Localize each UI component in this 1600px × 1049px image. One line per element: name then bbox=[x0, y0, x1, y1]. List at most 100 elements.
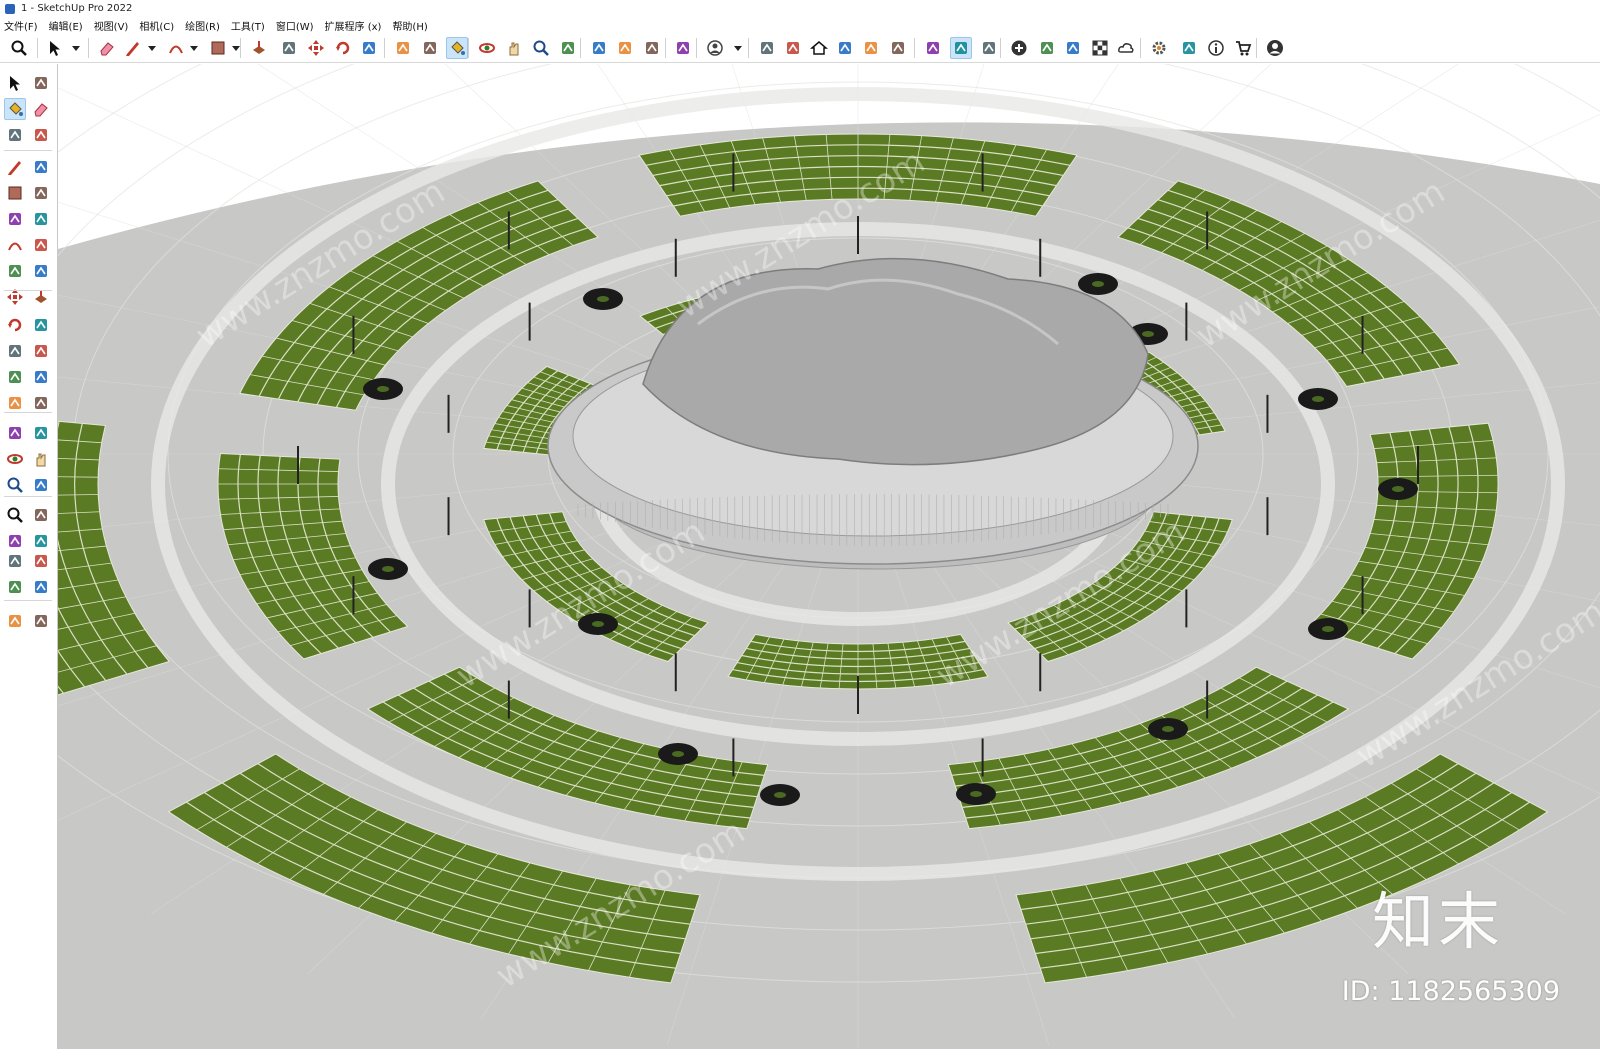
pie-icon[interactable] bbox=[30, 260, 52, 282]
zoom-icon[interactable] bbox=[530, 37, 552, 59]
iso-view-icon[interactable] bbox=[756, 37, 778, 59]
cart-icon[interactable] bbox=[1232, 37, 1254, 59]
axes-icon[interactable] bbox=[4, 422, 26, 444]
menu-tools[interactable]: 工具(T) bbox=[231, 18, 265, 33]
section-icon[interactable] bbox=[950, 37, 972, 59]
settings-icon[interactable] bbox=[1148, 37, 1170, 59]
position-camera-icon[interactable] bbox=[4, 530, 26, 552]
pan-icon[interactable] bbox=[503, 37, 525, 59]
chevron-down-icon[interactable] bbox=[190, 46, 198, 51]
menu-help[interactable]: 帮助(H) bbox=[392, 18, 427, 33]
paint-bucket-icon[interactable] bbox=[4, 98, 26, 120]
3d-text-icon[interactable] bbox=[30, 422, 52, 444]
window-icon[interactable] bbox=[1178, 37, 1200, 59]
arc-icon[interactable] bbox=[4, 234, 26, 256]
line-icon[interactable] bbox=[4, 156, 26, 178]
zoom-icon[interactable] bbox=[4, 474, 26, 496]
offset-icon[interactable] bbox=[30, 340, 52, 362]
orbit-icon[interactable] bbox=[4, 448, 26, 470]
text-icon[interactable] bbox=[30, 392, 52, 414]
left-view-icon[interactable] bbox=[887, 37, 909, 59]
protractor-icon[interactable] bbox=[4, 392, 26, 414]
extension-warehouse-icon[interactable] bbox=[30, 576, 52, 598]
add-location-icon[interactable] bbox=[1008, 37, 1030, 59]
text-icon[interactable] bbox=[419, 37, 441, 59]
eraser-icon[interactable] bbox=[96, 37, 118, 59]
zoom-extents-icon[interactable] bbox=[4, 504, 26, 526]
rotate-icon[interactable] bbox=[4, 314, 26, 336]
back-view-icon[interactable] bbox=[860, 37, 882, 59]
follow-me-icon[interactable] bbox=[30, 314, 52, 336]
circle-icon[interactable] bbox=[4, 208, 26, 230]
layers-icon[interactable] bbox=[641, 37, 663, 59]
home-view-icon[interactable] bbox=[808, 37, 830, 59]
chevron-down-icon[interactable] bbox=[734, 46, 742, 51]
rotated-rectangle-icon[interactable] bbox=[30, 182, 52, 204]
tag-icon[interactable] bbox=[30, 124, 52, 146]
zoom-window-icon[interactable] bbox=[30, 474, 52, 496]
select-icon[interactable] bbox=[44, 37, 66, 59]
menu-camera[interactable]: 相机(C) bbox=[139, 18, 174, 33]
shield-icon[interactable] bbox=[1036, 37, 1058, 59]
dimension-icon[interactable] bbox=[30, 366, 52, 388]
scale-icon[interactable] bbox=[358, 37, 380, 59]
pencil-line-icon[interactable] bbox=[122, 37, 144, 59]
paint-bucket-icon[interactable] bbox=[446, 37, 468, 59]
tape-measure-icon[interactable] bbox=[392, 37, 414, 59]
follow-me-icon[interactable] bbox=[278, 37, 300, 59]
zoom-extents-icon[interactable] bbox=[8, 37, 30, 59]
chevron-down-icon[interactable] bbox=[232, 46, 240, 51]
menu-window[interactable]: 窗口(W) bbox=[276, 18, 314, 33]
menu-view[interactable]: 视图(V) bbox=[94, 18, 129, 33]
cloud-icon[interactable] bbox=[1115, 37, 1137, 59]
chevron-down-icon[interactable] bbox=[148, 46, 156, 51]
sketchup-app-icon bbox=[5, 3, 15, 14]
move-icon[interactable] bbox=[305, 37, 327, 59]
push-pull-icon[interactable] bbox=[248, 37, 270, 59]
planter-tree bbox=[1312, 396, 1324, 402]
planter-tree bbox=[970, 791, 982, 797]
component-icon[interactable] bbox=[4, 124, 26, 146]
menu-extensions[interactable]: 扩展程序 (x) bbox=[325, 18, 382, 33]
three-point-arc-icon[interactable] bbox=[4, 260, 26, 282]
front-view-icon[interactable] bbox=[782, 37, 804, 59]
two-point-arc-icon[interactable] bbox=[30, 234, 52, 256]
layout-icon[interactable] bbox=[4, 610, 26, 632]
checker-icon[interactable] bbox=[1089, 37, 1111, 59]
rotate-icon[interactable] bbox=[332, 37, 354, 59]
menu-edit[interactable]: 编辑(E) bbox=[49, 18, 83, 33]
arc-icon[interactable] bbox=[165, 37, 187, 59]
style-icon[interactable] bbox=[922, 37, 944, 59]
warehouse-icon[interactable] bbox=[4, 576, 26, 598]
previous-view-icon[interactable] bbox=[30, 504, 52, 526]
pan-icon[interactable] bbox=[30, 448, 52, 470]
scale-icon[interactable] bbox=[4, 340, 26, 362]
menu-draw[interactable]: 绘图(R) bbox=[185, 18, 220, 33]
report-icon[interactable] bbox=[1062, 37, 1084, 59]
look-around-icon[interactable] bbox=[30, 530, 52, 552]
select-icon[interactable] bbox=[4, 72, 26, 94]
account-icon[interactable] bbox=[1264, 37, 1286, 59]
rectangle-icon[interactable] bbox=[4, 182, 26, 204]
menu-file[interactable]: 文件(F) bbox=[4, 18, 38, 33]
orbit-small-icon[interactable] bbox=[30, 72, 52, 94]
sandbox-icon[interactable] bbox=[672, 37, 694, 59]
scene-icon[interactable] bbox=[978, 37, 1000, 59]
model-viewport[interactable]: 知末 ID: 1182565309 www.znzmo.com www.znzmo… bbox=[58, 64, 1600, 1049]
eraser-icon[interactable] bbox=[30, 98, 52, 120]
walk-icon[interactable] bbox=[4, 550, 26, 572]
warehouse-icon[interactable] bbox=[588, 37, 610, 59]
freehand-icon[interactable] bbox=[30, 156, 52, 178]
orbit-icon[interactable] bbox=[476, 37, 498, 59]
info-icon[interactable] bbox=[1205, 37, 1227, 59]
chevron-down-icon[interactable] bbox=[72, 46, 80, 51]
polygon-icon[interactable] bbox=[30, 208, 52, 230]
extension-icon[interactable] bbox=[614, 37, 636, 59]
rectangle-icon[interactable] bbox=[207, 37, 229, 59]
right-view-icon[interactable] bbox=[834, 37, 856, 59]
zoom-window-icon[interactable] bbox=[557, 37, 579, 59]
section-plane-icon[interactable] bbox=[30, 550, 52, 572]
tape-measure-icon[interactable] bbox=[4, 366, 26, 388]
sandbox-icon[interactable] bbox=[30, 610, 52, 632]
user-icon[interactable] bbox=[704, 37, 726, 59]
